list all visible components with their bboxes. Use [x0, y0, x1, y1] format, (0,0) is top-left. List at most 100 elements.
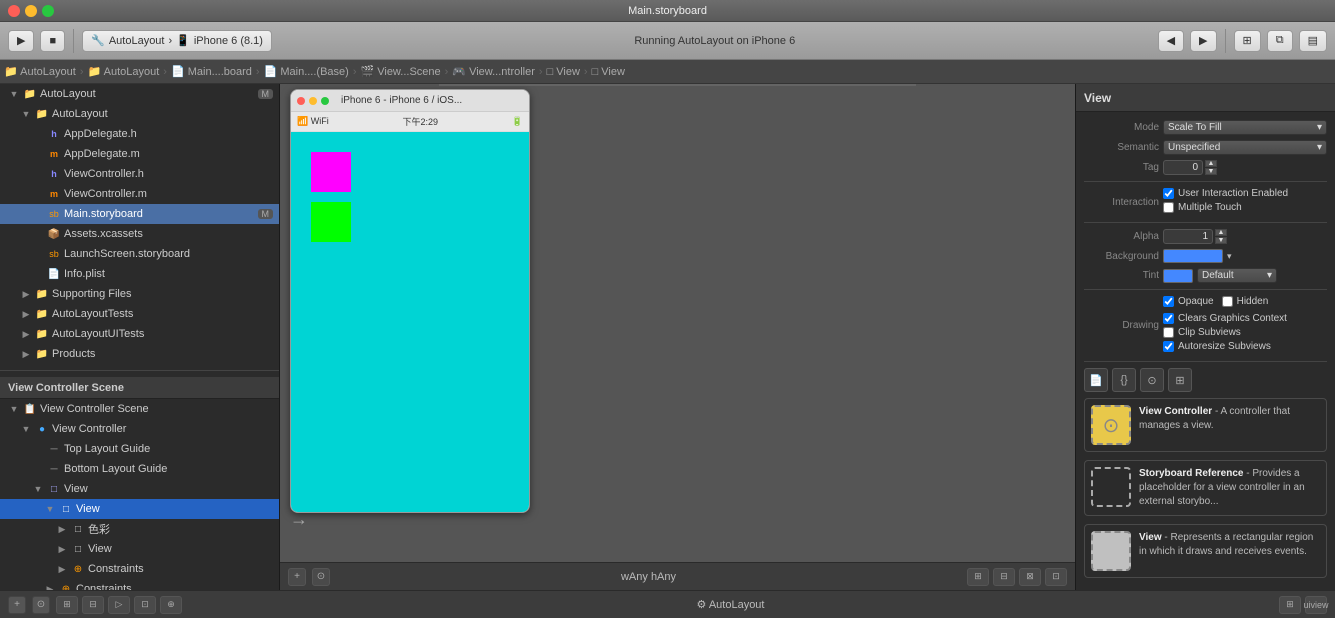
arrow-icon: ▶: [56, 564, 68, 575]
crumb-main-base[interactable]: 📄 Main....(Base): [264, 65, 349, 78]
tint-select[interactable]: Default ▾: [1197, 268, 1277, 283]
minimize-button[interactable]: [25, 5, 37, 17]
clip-subviews-checkbox[interactable]: [1163, 327, 1174, 338]
sidebar-item-appdelegate-h[interactable]: h AppDelegate.h: [0, 124, 279, 144]
size-control-2[interactable]: ⊟: [993, 568, 1015, 586]
nav-forward-button[interactable]: ▶: [1190, 30, 1216, 52]
bottom-right-2[interactable]: uiview: [1305, 596, 1327, 614]
crumb-main-board[interactable]: 📄 Main....board: [171, 65, 252, 78]
editor-split-button[interactable]: ⧉: [1267, 30, 1293, 52]
scheme-selector[interactable]: 🔧 AutoLayout › 📱 iPhone 6 (8.1): [82, 30, 272, 52]
sidebar-item-viewcontroller-h[interactable]: h ViewController.h: [0, 164, 279, 184]
tag-up-button[interactable]: ▲: [1205, 160, 1217, 167]
alpha-stepper[interactable]: ▲ ▼: [1215, 229, 1227, 244]
clears-graphics-checkbox[interactable]: [1163, 313, 1174, 324]
bottom-control-5[interactable]: ⊕: [160, 596, 182, 614]
user-interaction-checkbox[interactable]: [1163, 188, 1174, 199]
tint-picker[interactable]: Default ▾: [1163, 268, 1327, 283]
sidebar-item-top-layout-guide[interactable]: ─ Top Layout Guide: [0, 439, 279, 459]
run-button[interactable]: ▶: [8, 30, 34, 52]
alpha-input[interactable]: 1 ▲ ▼: [1163, 229, 1327, 244]
opaque-checkbox[interactable]: [1163, 296, 1174, 307]
alpha-up-button[interactable]: ▲: [1215, 229, 1227, 236]
storyboard-ref-info-icon: [1091, 467, 1131, 507]
maximize-button[interactable]: [42, 5, 54, 17]
bottom-circle-button[interactable]: ⊙: [32, 596, 50, 614]
crumb-view-scene[interactable]: 🎬 View...Scene: [360, 65, 440, 78]
sidebar-item-products[interactable]: ▶ 📁 Products: [0, 344, 279, 364]
sidebar-item-autolayout-ui-tests[interactable]: ▶ 📁 AutoLayoutUITests: [0, 324, 279, 344]
background-color-swatch[interactable]: [1163, 249, 1223, 263]
inspector-tab-3[interactable]: ⊙: [1140, 368, 1164, 392]
sidebar-item-appdelegate-m[interactable]: m AppDelegate.m: [0, 144, 279, 164]
bottom-control-3[interactable]: ▷: [108, 596, 130, 614]
tint-row: Tint Default ▾: [1084, 268, 1327, 283]
crumb-view-1[interactable]: □ View: [547, 66, 580, 78]
crumb-autolayout-1[interactable]: 📁 AutoLayout: [4, 65, 76, 78]
hidden-row: Hidden: [1222, 296, 1269, 307]
arrow-icon: ▼: [44, 504, 56, 514]
size-control-4[interactable]: ⊡: [1045, 568, 1067, 586]
iphone-titlebar: iPhone 6 - iPhone 6 / iOS...: [291, 90, 529, 112]
sidebar-item-autolayout-child[interactable]: ▼ 📁 AutoLayout: [0, 104, 279, 124]
sidebar-item-view-controller-scene[interactable]: ▼ 📋 View Controller Scene: [0, 399, 279, 419]
sidebar-item-view-main[interactable]: ▼ □ View: [0, 499, 279, 519]
canvas-zoom-button[interactable]: ⊙: [312, 568, 330, 586]
stop-button[interactable]: ■: [40, 30, 65, 52]
mode-select[interactable]: Scale To Fill ▾: [1163, 120, 1327, 135]
inspector-tab-1[interactable]: 📄: [1084, 368, 1108, 392]
iphone-simulator[interactable]: iPhone 6 - iPhone 6 / iOS... 📶 WiFi 下午2:…: [290, 89, 530, 513]
sidebar-item-main-storyboard[interactable]: sb Main.storyboard M: [0, 204, 279, 224]
sidebar-item-view-controller[interactable]: ▼ ● View Controller: [0, 419, 279, 439]
breadcrumb[interactable]: 📁 AutoLayout › 📁 AutoLayout › 📄 Main....…: [4, 65, 625, 78]
sidebar-item-autolayout-root[interactable]: ▼ 📁 AutoLayout M: [0, 84, 279, 104]
crumb-autolayout-2[interactable]: 📁 AutoLayout: [87, 65, 159, 78]
sidebar-item-constraints-parent[interactable]: ▶ ⊕ Constraints: [0, 559, 279, 579]
hidden-checkbox[interactable]: [1222, 296, 1233, 307]
sidebar-item-label: AutoLayoutTests: [52, 308, 133, 320]
sidebar-item-bottom-layout-guide[interactable]: ─ Bottom Layout Guide: [0, 459, 279, 479]
bottom-control-1[interactable]: ⊞: [56, 596, 78, 614]
sidebar-item-constraints[interactable]: ▶ ⊕ Constraints: [0, 579, 279, 590]
tag-down-button[interactable]: ▼: [1205, 168, 1217, 175]
sidebar-item-autolayout-tests[interactable]: ▶ 📁 AutoLayoutTests: [0, 304, 279, 324]
bottom-control-2[interactable]: ⊟: [82, 596, 104, 614]
tag-value[interactable]: 0: [1163, 160, 1203, 175]
canvas-add-button[interactable]: +: [288, 568, 306, 586]
multiple-touch-checkbox[interactable]: [1163, 202, 1174, 213]
bottom-control-4[interactable]: ⊡: [134, 596, 156, 614]
tag-input[interactable]: 0 ▲ ▼: [1163, 160, 1327, 175]
sidebar-item-launchscreen[interactable]: sb LaunchScreen.storyboard: [0, 244, 279, 264]
alpha-down-button[interactable]: ▼: [1215, 237, 1227, 244]
alpha-value[interactable]: 1: [1163, 229, 1213, 244]
sidebar-item-color1[interactable]: ▶ □ 色彩: [0, 519, 279, 539]
tint-value: Default: [1202, 270, 1234, 281]
crumb-view-controller[interactable]: 🎮 View...ntroller: [452, 65, 535, 78]
sidebar-item-view-sub[interactable]: ▶ □ View: [0, 539, 279, 559]
sidebar-item-info-plist[interactable]: 📄 Info.plist: [0, 264, 279, 284]
autoresize-subviews-checkbox[interactable]: [1163, 341, 1174, 352]
view-icon: □: [59, 502, 73, 516]
size-control-1[interactable]: ⊞: [967, 568, 989, 586]
sidebar-item-viewcontroller-m[interactable]: m ViewController.m: [0, 184, 279, 204]
crumb-view-2[interactable]: □ View: [592, 66, 625, 78]
sidebar-item-supporting-files[interactable]: ▶ 📁 Supporting Files: [0, 284, 279, 304]
inspector-tab-2[interactable]: {}: [1112, 368, 1136, 392]
tag-stepper[interactable]: ▲ ▼: [1205, 160, 1217, 175]
nav-back-button[interactable]: ◀: [1158, 30, 1184, 52]
tint-color-swatch[interactable]: [1163, 269, 1193, 283]
background-picker[interactable]: ▾: [1163, 249, 1327, 263]
sidebar-item-assets[interactable]: 📦 Assets.xcassets: [0, 224, 279, 244]
inspector-tab-4[interactable]: ⊞: [1168, 368, 1192, 392]
bottom-add-button[interactable]: +: [8, 596, 26, 614]
layout-toggle-button[interactable]: ⊞: [1234, 30, 1261, 52]
close-button[interactable]: [8, 5, 20, 17]
canvas-area[interactable]: Top Layout Guide Bottom Layout Guide Sto…: [280, 84, 1075, 590]
bottom-right-1[interactable]: ⊞: [1279, 596, 1301, 614]
arrow-icon: ▶: [44, 584, 56, 591]
panels-button[interactable]: ▤: [1299, 30, 1327, 52]
iphone-screen-content: [291, 132, 529, 512]
size-control-3[interactable]: ⊠: [1019, 568, 1041, 586]
semantic-select[interactable]: Unspecified ▾: [1163, 140, 1327, 155]
sidebar-item-view-parent[interactable]: ▼ □ View: [0, 479, 279, 499]
